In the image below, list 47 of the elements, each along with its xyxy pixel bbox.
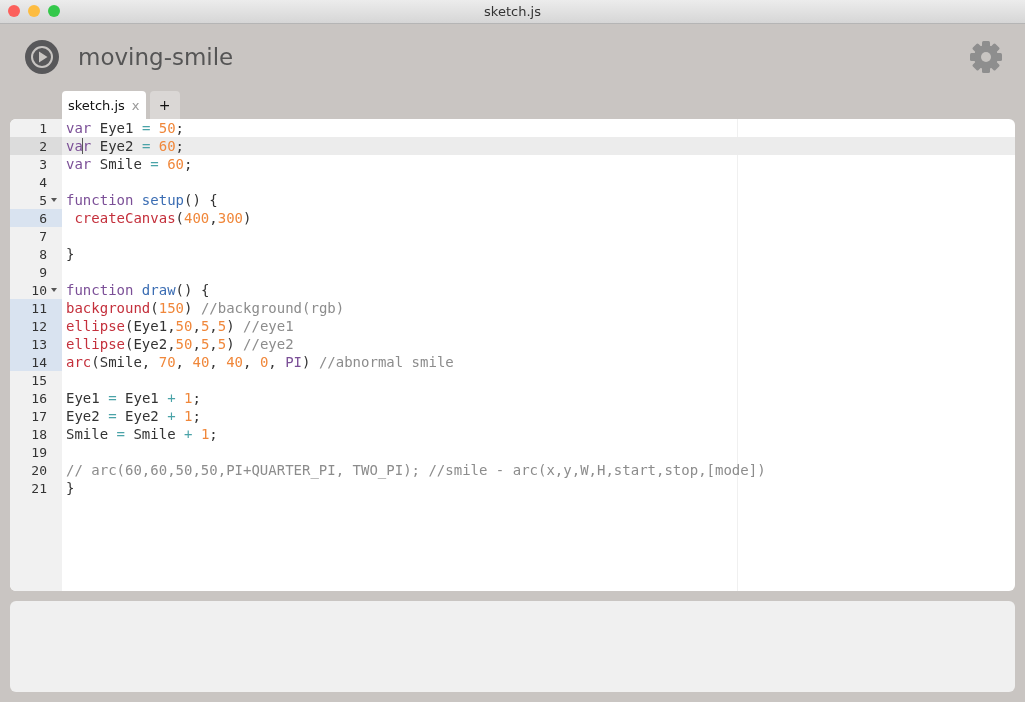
line-number: 21 — [10, 479, 62, 497]
line-number: 2 — [10, 137, 62, 155]
code-line: ellipse(Eye1,50,5,5) //eye1 — [66, 317, 294, 335]
line-number: 3 — [10, 155, 62, 173]
code-line: var Smile = 60; — [66, 155, 193, 173]
line-number: 18 — [10, 425, 62, 443]
code-line: va r Eye2 = 60; — [66, 137, 185, 155]
line-number: 14 — [10, 353, 62, 371]
line-number: 9 — [10, 263, 62, 281]
code-line: Smile = Smile + 1; — [66, 425, 218, 443]
line-number: 15 — [10, 371, 62, 389]
line-number: 8 — [10, 245, 62, 263]
code-line: arc(Smile, 70, 40, 40, 0, PI) //abnormal smile — [66, 353, 454, 371]
line-number: 12 — [10, 317, 62, 335]
line-number: 6 — [10, 209, 62, 227]
code-line: // arc(60,60,50,50,PI+QUARTER_PI, TWO_PI); //smile - arc(x,y,W,H,start,stop,[mode]) — [66, 461, 766, 479]
code-line: var Eye1 = 50; — [66, 119, 185, 137]
code-line: background(150) //background(rgb) — [66, 299, 345, 317]
code-line: } — [66, 479, 75, 497]
play-icon[interactable] — [24, 39, 60, 75]
code-line: ellipse(Eye2,50,5,5) //eye2 — [66, 335, 294, 353]
code-line: Eye2 = Eye2 + 1; — [66, 407, 201, 425]
fold-arrow-icon[interactable] — [51, 198, 57, 202]
line-number: 13 — [10, 335, 62, 353]
line-number: 16 — [10, 389, 62, 407]
code-line: } — [66, 245, 75, 263]
code-line: Eye1 = Eye1 + 1; — [66, 389, 201, 407]
line-number: 7 — [10, 227, 62, 245]
add-file-tab[interactable]: + — [149, 91, 180, 119]
line-number: 10 — [10, 281, 62, 299]
sketch-name[interactable]: moving-smile — [78, 44, 969, 70]
line-number: 4 — [10, 173, 62, 191]
code-line: function setup() { — [66, 191, 218, 209]
fold-arrow-icon[interactable] — [51, 288, 57, 292]
line-number: 1 — [10, 119, 62, 137]
line-number: 20 — [10, 461, 62, 479]
code-line: createCanvas(400,300) — [73, 209, 252, 227]
code-line: function draw() { — [66, 281, 210, 299]
window-title: sketch.js — [484, 4, 541, 19]
close-window-button[interactable] — [8, 5, 20, 17]
line-number: 19 — [10, 443, 62, 461]
zoom-window-button[interactable] — [48, 5, 60, 17]
minimize-window-button[interactable] — [28, 5, 40, 17]
line-number: 17 — [10, 407, 62, 425]
file-tab[interactable]: sketch.js x — [62, 91, 146, 119]
line-number: 5 — [10, 191, 62, 209]
line-number: 11 — [10, 299, 62, 317]
